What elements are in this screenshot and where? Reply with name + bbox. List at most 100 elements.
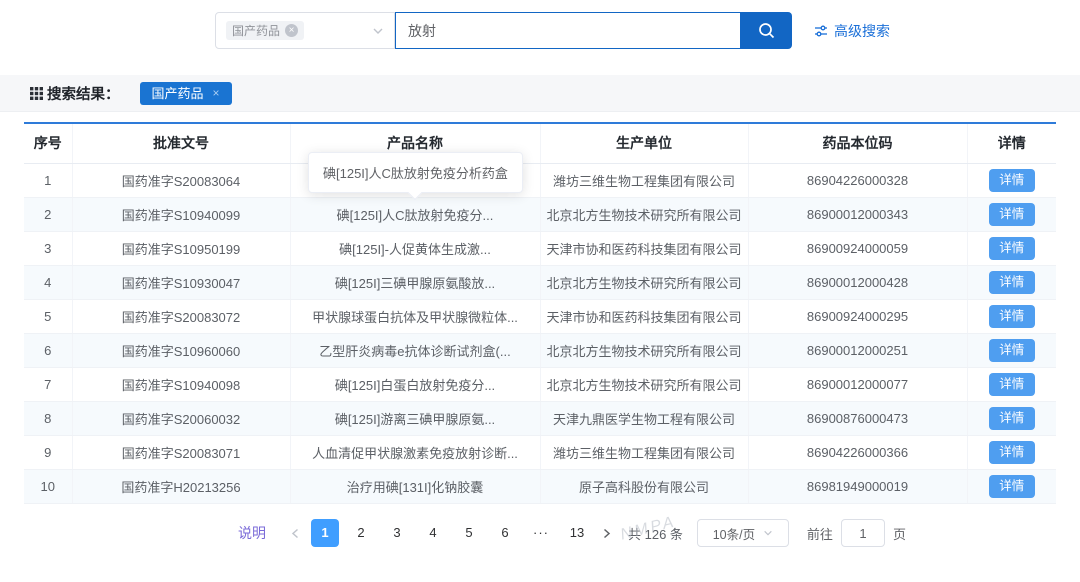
cell-approval-number: 国药准字H20213256 bbox=[72, 469, 290, 503]
detail-button[interactable]: 详情 bbox=[989, 271, 1035, 294]
page-button-13[interactable]: 13 bbox=[563, 519, 591, 547]
detail-button[interactable]: 详情 bbox=[989, 441, 1035, 464]
cell-drug-code: 86904226000366 bbox=[748, 435, 967, 469]
cell-drug-code: 86900012000251 bbox=[748, 333, 967, 367]
product-name-tooltip: 碘[125I]人C肽放射免疫分析药盒 bbox=[308, 152, 523, 193]
cell-detail: 详情 bbox=[967, 197, 1056, 231]
prev-page-button[interactable] bbox=[284, 528, 307, 539]
page-button-6[interactable]: 6 bbox=[491, 519, 519, 547]
filter-sliders-icon bbox=[814, 24, 828, 38]
cell-drug-code: 86900012000077 bbox=[748, 367, 967, 401]
page-button-1[interactable]: 1 bbox=[311, 519, 339, 547]
goto-page-input[interactable] bbox=[841, 519, 885, 547]
cell-drug-code: 86900012000428 bbox=[748, 265, 967, 299]
advanced-search-link[interactable]: 高级搜索 bbox=[814, 21, 890, 41]
total-count: 共 126 条 bbox=[628, 524, 683, 543]
search-input[interactable] bbox=[395, 12, 740, 49]
cell-index: 10 bbox=[24, 469, 72, 503]
cell-approval-number: 国药准字S10940099 bbox=[72, 197, 290, 231]
table-header-row: 序号批准文号产品名称生产单位药品本位码详情 bbox=[24, 124, 1056, 163]
cell-index: 4 bbox=[24, 265, 72, 299]
cell-manufacturer: 北京北方生物技术研究所有限公司 bbox=[540, 265, 748, 299]
cell-index: 5 bbox=[24, 299, 72, 333]
table-row: 3国药准字S10950199碘[125I]-人促黄体生成激...天津市协和医药科… bbox=[24, 231, 1056, 265]
column-header: 详情 bbox=[967, 124, 1056, 163]
page-button-5[interactable]: 5 bbox=[455, 519, 483, 547]
results-label: 搜索结果： bbox=[47, 83, 120, 104]
page-button-2[interactable]: 2 bbox=[347, 519, 375, 547]
cell-approval-number: 国药准字S20083072 bbox=[72, 299, 290, 333]
page-button-3[interactable]: 3 bbox=[383, 519, 411, 547]
table-row: 10国药准字H20213256治疗用碘[131I]化钠胶囊原子高科股份有限公司8… bbox=[24, 469, 1056, 503]
active-filter-tag[interactable]: 国产药品 × bbox=[140, 82, 232, 105]
remove-filter-icon[interactable]: × bbox=[213, 87, 220, 99]
cell-detail: 详情 bbox=[967, 163, 1056, 197]
cell-detail: 详情 bbox=[967, 299, 1056, 333]
cell-index: 3 bbox=[24, 231, 72, 265]
detail-button[interactable]: 详情 bbox=[989, 373, 1035, 396]
goto-label: 前往 bbox=[807, 524, 833, 543]
search-icon bbox=[757, 21, 776, 40]
table-row: 1国药准字S20083064潍坊三维生物工程集团有限公司869042260003… bbox=[24, 163, 1056, 197]
detail-button[interactable]: 详情 bbox=[989, 305, 1035, 328]
cell-manufacturer: 天津市协和医药科技集团有限公司 bbox=[540, 299, 748, 333]
chevron-down-icon bbox=[763, 528, 773, 538]
page-list: 123456 ··· 13 bbox=[307, 519, 595, 547]
cell-drug-code: 86981949000019 bbox=[748, 469, 967, 503]
page-button-4[interactable]: 4 bbox=[419, 519, 447, 547]
detail-button[interactable]: 详情 bbox=[989, 475, 1035, 498]
cell-approval-number: 国药准字S20060032 bbox=[72, 401, 290, 435]
category-select[interactable]: 国产药品 × bbox=[215, 12, 395, 49]
page-size-select[interactable]: 10条/页 bbox=[697, 519, 789, 547]
detail-button[interactable]: 详情 bbox=[989, 339, 1035, 362]
table-row: 6国药准字S10960060乙型肝炎病毒e抗体诊断试剂盒(...北京北方生物技术… bbox=[24, 333, 1056, 367]
table-row: 9国药准字S20083071人血清促甲状腺激素免疫放射诊断...潍坊三维生物工程… bbox=[24, 435, 1056, 469]
column-header: 生产单位 bbox=[540, 124, 748, 163]
page: 国产药品 × 高级搜索 搜索结果： 国产药品 × bbox=[0, 0, 1080, 582]
more-pages-icon[interactable]: ··· bbox=[527, 519, 555, 547]
cell-approval-number: 国药准字S20083071 bbox=[72, 435, 290, 469]
cell-detail: 详情 bbox=[967, 435, 1056, 469]
detail-button[interactable]: 详情 bbox=[989, 237, 1035, 260]
table-row: 2国药准字S10940099碘[125I]人C肽放射免疫分...北京北方生物技术… bbox=[24, 197, 1056, 231]
column-header: 药品本位码 bbox=[748, 124, 967, 163]
cell-index: 7 bbox=[24, 367, 72, 401]
pagination: 说明 123456 ··· 13 共 126 条 10条/页 前往 页 bbox=[238, 519, 906, 547]
results-bar: 搜索结果： 国产药品 × bbox=[0, 75, 1080, 112]
search-group bbox=[395, 12, 792, 49]
category-tag[interactable]: 国产药品 × bbox=[226, 21, 304, 40]
cell-product-name: 碘[125I]白蛋白放射免疫分... bbox=[290, 367, 540, 401]
cell-manufacturer: 潍坊三维生物工程集团有限公司 bbox=[540, 163, 748, 197]
advanced-search-label: 高级搜索 bbox=[834, 21, 890, 41]
cell-detail: 详情 bbox=[967, 231, 1056, 265]
cell-detail: 详情 bbox=[967, 469, 1056, 503]
cell-drug-code: 86904226000328 bbox=[748, 163, 967, 197]
detail-button[interactable]: 详情 bbox=[989, 407, 1035, 430]
cell-manufacturer: 北京北方生物技术研究所有限公司 bbox=[540, 197, 748, 231]
note-link[interactable]: 说明 bbox=[238, 523, 266, 543]
cell-index: 2 bbox=[24, 197, 72, 231]
cell-detail: 详情 bbox=[967, 333, 1056, 367]
page-unit-label: 页 bbox=[893, 524, 906, 543]
cell-product-name: 碘[125I]人C肽放射免疫分... bbox=[290, 197, 540, 231]
results-table: 序号批准文号产品名称生产单位药品本位码详情 1国药准字S20083064潍坊三维… bbox=[24, 122, 1056, 504]
chevron-down-icon bbox=[372, 25, 384, 37]
cell-manufacturer: 北京北方生物技术研究所有限公司 bbox=[540, 367, 748, 401]
next-page-button[interactable] bbox=[595, 528, 618, 539]
grid-icon bbox=[30, 87, 43, 100]
cell-approval-number: 国药准字S10930047 bbox=[72, 265, 290, 299]
detail-button[interactable]: 详情 bbox=[989, 169, 1035, 192]
column-header: 批准文号 bbox=[72, 124, 290, 163]
tooltip-text: 碘[125I]人C肽放射免疫分析药盒 bbox=[323, 166, 508, 181]
cell-product-name: 人血清促甲状腺激素免疫放射诊断... bbox=[290, 435, 540, 469]
cell-index: 1 bbox=[24, 163, 72, 197]
table-row: 7国药准字S10940098碘[125I]白蛋白放射免疫分...北京北方生物技术… bbox=[24, 367, 1056, 401]
category-tag-label: 国产药品 bbox=[232, 25, 280, 37]
remove-category-icon[interactable]: × bbox=[285, 24, 298, 37]
table-row: 8国药准字S20060032碘[125I]游离三碘甲腺原氨...天津九鼎医学生物… bbox=[24, 401, 1056, 435]
cell-index: 8 bbox=[24, 401, 72, 435]
detail-button[interactable]: 详情 bbox=[989, 203, 1035, 226]
cell-product-name: 乙型肝炎病毒e抗体诊断试剂盒(... bbox=[290, 333, 540, 367]
column-header: 序号 bbox=[24, 124, 72, 163]
search-button[interactable] bbox=[740, 12, 792, 49]
